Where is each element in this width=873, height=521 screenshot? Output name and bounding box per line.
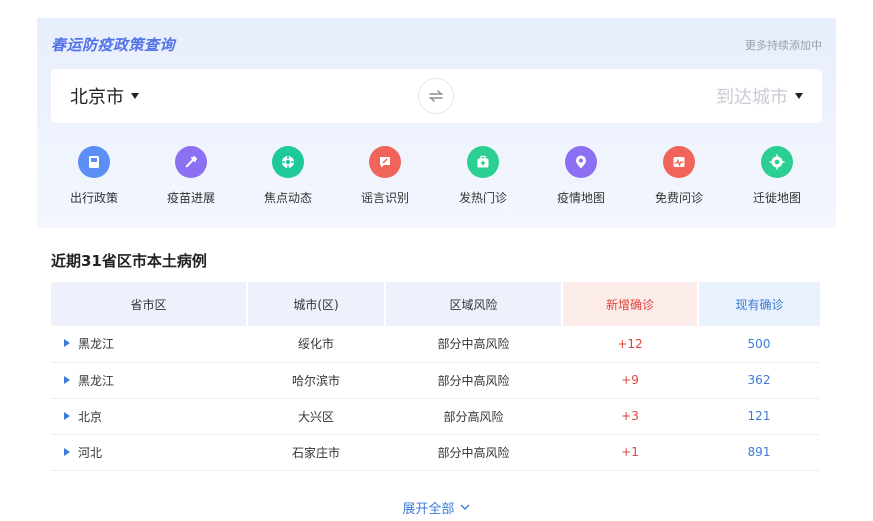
province-name: 黑龙江: [78, 337, 115, 352]
pulse-monitor-icon: [663, 146, 695, 178]
section-title: 近期31省区市本土病例: [51, 252, 207, 270]
expand-triangle-icon: [64, 339, 70, 348]
feature-travel-policy[interactable]: 出行政策: [54, 146, 134, 206]
document-icon: [78, 146, 110, 178]
table-row[interactable]: 北京 大兴区 部分高风险 +3 121: [51, 398, 820, 435]
new-confirmed-cell: +9: [562, 362, 698, 399]
caret-down-icon: [795, 93, 803, 99]
from-city-select[interactable]: 北京市: [70, 83, 139, 109]
medical-kit-icon: [467, 146, 499, 178]
header-new-confirmed: 新增确诊: [562, 282, 699, 326]
risk-cell: 部分中高风险: [385, 326, 562, 363]
province-cell[interactable]: 河北: [51, 434, 247, 471]
city-cell: 石家庄市: [247, 434, 385, 471]
new-confirmed-cell: +3: [562, 398, 698, 435]
risk-cell: 部分中高风险: [385, 362, 562, 399]
new-confirmed-cell: +1: [562, 434, 698, 471]
map-pin-icon: [565, 146, 597, 178]
risk-cell: 部分高风险: [385, 398, 562, 435]
expand-triangle-icon: [64, 411, 70, 420]
city-cell: 绥化市: [247, 326, 385, 363]
feature-label: 免费问诊: [654, 191, 703, 205]
feature-epidemic-map[interactable]: 疫情地图: [541, 146, 621, 206]
feature-label: 疫情地图: [556, 191, 605, 205]
feature-label: 迁徙地图: [752, 191, 801, 205]
feature-grid: 出行政策 疫苗进展 焦点动态 谣言识别 发热门诊 疫情地图 免费问诊 迁徙地图: [37, 146, 836, 216]
policy-query-panel: 春运防疫政策查询 更多持续添加中 北京市 到达城市 出行政策 疫苗进展 焦点动态…: [37, 18, 836, 228]
current-confirmed-cell: 500: [698, 326, 820, 363]
header-current-confirmed: 现有确诊: [698, 282, 820, 326]
feature-focus-news[interactable]: 焦点动态: [248, 146, 328, 206]
province-cell[interactable]: 北京: [51, 398, 247, 435]
table-row[interactable]: 河北 石家庄市 部分中高风险 +1 891: [51, 434, 820, 471]
province-name: 河北: [78, 445, 103, 460]
feature-migration-map[interactable]: 迁徙地图: [737, 146, 817, 206]
chevron-down-icon: [459, 500, 471, 515]
pinwheel-icon: [272, 146, 304, 178]
expand-triangle-icon: [64, 447, 70, 456]
province-cell[interactable]: 黑龙江: [51, 362, 247, 399]
to-city-placeholder: 到达城市: [716, 87, 788, 108]
table-row[interactable]: 黑龙江 绥化市 部分中高风险 +12 500: [51, 326, 820, 363]
swap-arrows-icon: [429, 90, 443, 102]
chat-alert-icon: [369, 146, 401, 178]
province-cell[interactable]: 黑龙江: [51, 326, 247, 363]
city-cell: 大兴区: [247, 398, 385, 435]
feature-vaccine-progress[interactable]: 疫苗进展: [151, 146, 231, 206]
caret-down-icon: [131, 93, 139, 99]
feature-label: 焦点动态: [263, 191, 312, 205]
more-coming-text: 更多持续添加中: [745, 39, 822, 52]
local-cases-table: 省市区 城市(区) 区域风险 新增确诊 现有确诊 黑龙江 绥化市 部分中高风险 …: [51, 282, 820, 471]
table-row[interactable]: 黑龙江 哈尔滨市 部分中高风险 +9 362: [51, 362, 820, 399]
panel-title: 春运防疫政策查询: [51, 36, 176, 54]
expand-all-button[interactable]: 展开全部: [0, 498, 873, 517]
from-city-value: 北京市: [70, 87, 124, 108]
table-header-row: 省市区 城市(区) 区域风险 新增确诊 现有确诊: [51, 282, 820, 326]
header-risk: 区域风险: [385, 282, 563, 326]
header-province: 省市区: [51, 282, 248, 326]
feature-label: 出行政策: [69, 191, 118, 205]
expand-all-label: 展开全部: [402, 502, 455, 517]
new-confirmed-cell: +12: [562, 326, 698, 363]
feature-label: 发热门诊: [458, 191, 507, 205]
current-confirmed-cell: 891: [698, 434, 820, 471]
expand-triangle-icon: [64, 375, 70, 384]
current-confirmed-cell: 362: [698, 362, 820, 399]
syringe-icon: [175, 146, 207, 178]
header-city: 城市(区): [247, 282, 386, 326]
province-name: 北京: [78, 409, 103, 424]
feature-label: 疫苗进展: [166, 191, 215, 205]
swap-cities-button[interactable]: [418, 78, 454, 114]
province-name: 黑龙江: [78, 373, 115, 388]
feature-label: 谣言识别: [360, 191, 409, 205]
target-icon: [761, 146, 793, 178]
current-confirmed-cell: 121: [698, 398, 820, 435]
city-cell: 哈尔滨市: [247, 362, 385, 399]
feature-rumor-check[interactable]: 谣言识别: [345, 146, 425, 206]
feature-fever-clinic[interactable]: 发热门诊: [443, 146, 523, 206]
to-city-select[interactable]: 到达城市: [716, 83, 803, 109]
risk-cell: 部分中高风险: [385, 434, 562, 471]
city-selector-bar: 北京市 到达城市: [51, 69, 822, 123]
feature-free-consultation[interactable]: 免费问诊: [639, 146, 719, 206]
